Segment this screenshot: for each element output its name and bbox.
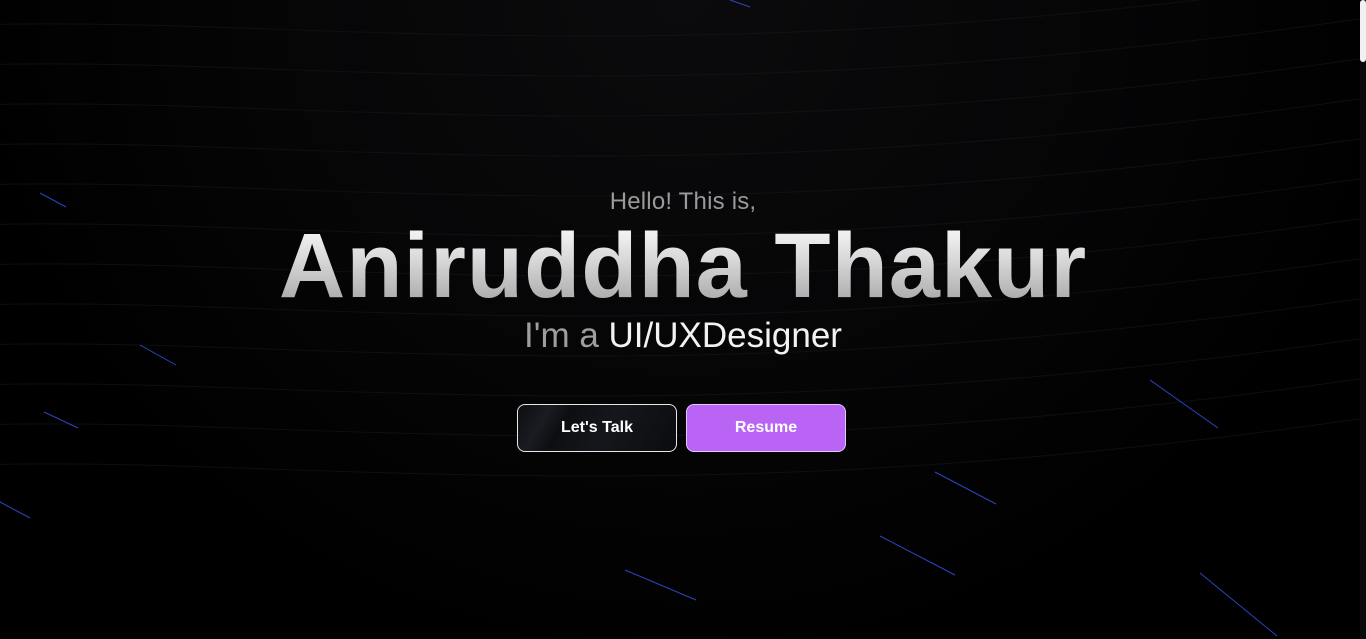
role-title: UI/UXDesigner — [608, 316, 842, 355]
resume-label: Resume — [734, 419, 798, 436]
resume-button[interactable]: Resume — [686, 404, 846, 452]
hero-greeting: Hello! This is, — [609, 188, 757, 215]
landing-page: Hello! This is, Aniruddha Thakur I'm a U… — [0, 0, 1366, 639]
hero-role: I'm a UI/UXDesigner — [0, 316, 1366, 356]
role-prefix: I'm a — [524, 316, 599, 355]
lets-talk-button[interactable]: Let's Talk — [517, 404, 677, 452]
lets-talk-label: Let's Talk — [561, 419, 633, 436]
hero-section: Hello! This is, Aniruddha Thakur I'm a U… — [0, 0, 1366, 639]
hero-name: Aniruddha Thakur — [0, 218, 1366, 315]
hero-actions: Let's Talk Resume — [517, 404, 846, 452]
